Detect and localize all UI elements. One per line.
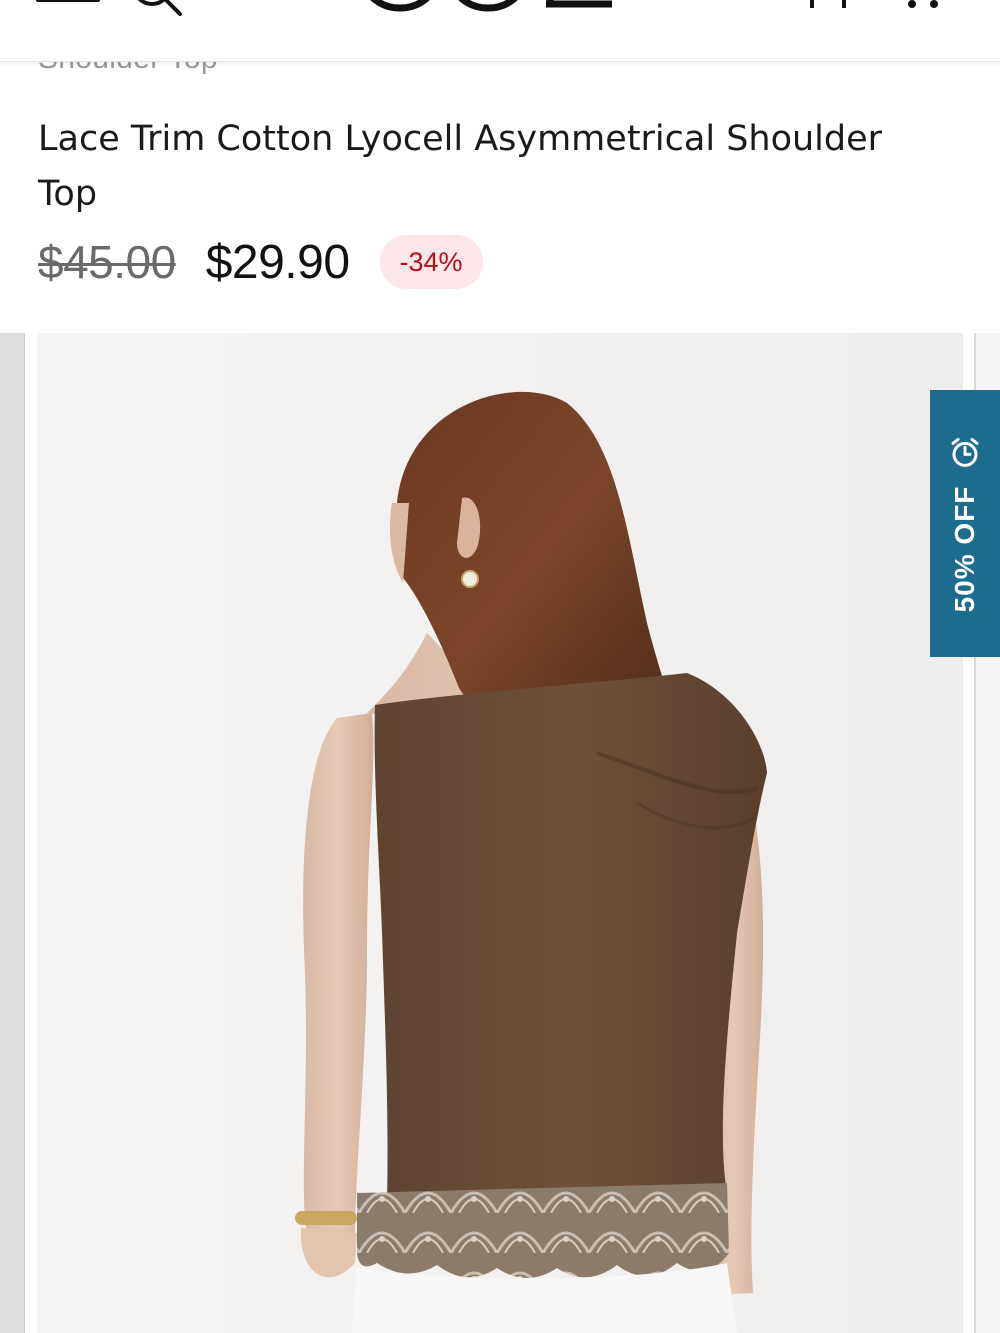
product-image[interactable] — [37, 333, 963, 1333]
original-price: $45.00 — [38, 236, 176, 288]
discount-badge: -34% — [379, 235, 483, 289]
price-row: $45.00 $29.90 -34% — [38, 232, 483, 292]
previous-image-slide[interactable] — [0, 333, 25, 1333]
search-icon[interactable] — [130, 0, 186, 16]
product-image-gallery[interactable] — [0, 333, 1000, 1333]
shopping-bag-icon[interactable] — [798, 0, 858, 12]
sale-price: $29.90 — [205, 235, 350, 289]
top-header — [0, 0, 1000, 62]
brand-logo[interactable] — [360, 0, 620, 12]
alarm-clock-icon — [951, 437, 979, 467]
promo-tab[interactable]: 50% OFF — [930, 390, 1000, 657]
hamburger-menu-icon[interactable] — [36, 0, 106, 8]
promo-label: 50% OFF — [949, 485, 980, 612]
model-back-view-illustration — [37, 333, 963, 1333]
more-options-icon[interactable] — [900, 0, 950, 10]
product-title: Lace Trim Cotton Lyocell Asymmetrical Sh… — [38, 119, 883, 214]
